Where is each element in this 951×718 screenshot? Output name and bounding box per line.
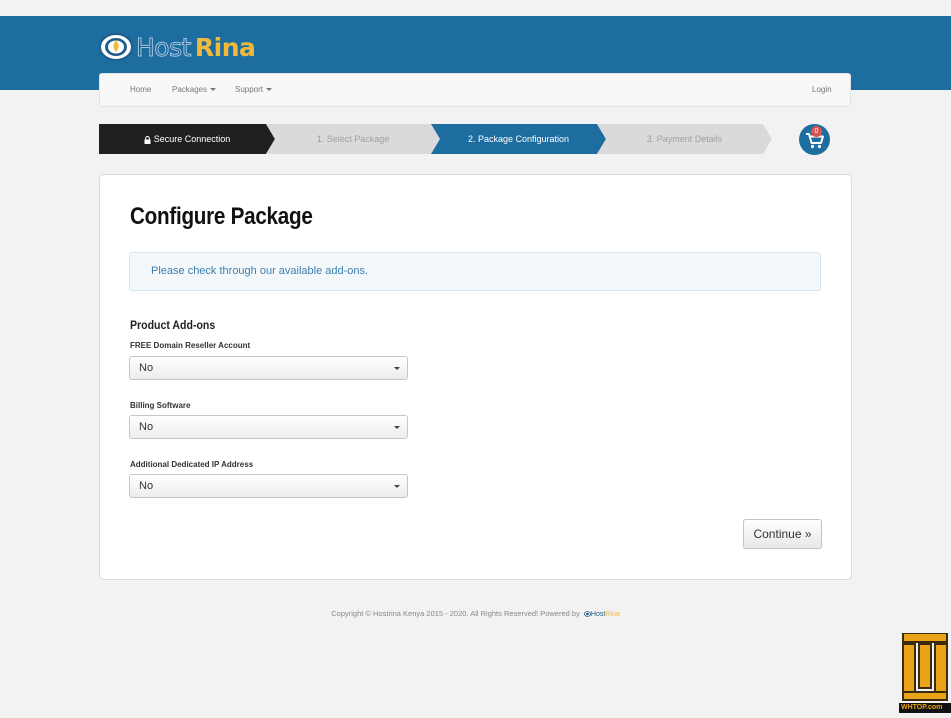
- footer-brand-rina: Rina: [605, 610, 620, 618]
- logo-emblem-icon: [584, 610, 591, 617]
- brand-rina: Rina: [194, 32, 256, 62]
- select-value: No: [139, 421, 154, 433]
- chevron-down-icon: [394, 426, 400, 429]
- chevron-down-icon: [266, 88, 273, 92]
- step-secure-connection: Secure Connection: [99, 124, 275, 154]
- top-navbar: Home Packages Support Login: [99, 73, 851, 107]
- watermark-text: WHTOP.com: [901, 704, 943, 711]
- addons-section-title: Product Add-ons: [130, 318, 216, 332]
- footer-copyright: Copyright © Hostrina Kenya 2015 - 2020. …: [331, 609, 580, 618]
- cart-count-badge: 0: [811, 126, 822, 137]
- nav-support-label: Support: [235, 85, 264, 94]
- page-title: Configure Package: [130, 203, 313, 230]
- cart-button[interactable]: 0: [799, 124, 830, 155]
- chevron-down-icon: [394, 485, 400, 488]
- footer-brand-host: Host: [590, 610, 606, 618]
- nav-support[interactable]: Support: [235, 74, 273, 106]
- nav-packages-label: Packages: [172, 85, 208, 94]
- nav-home[interactable]: Home: [130, 74, 151, 106]
- addon-select-domain-reseller[interactable]: No: [129, 356, 408, 380]
- step-select-package[interactable]: 1. Select Package: [266, 124, 440, 154]
- brand-logo[interactable]: Host Rina: [99, 30, 256, 64]
- step-package-configuration: 2. Package Configuration: [431, 124, 606, 154]
- info-alert-text: Please check through our available add-o…: [151, 265, 369, 277]
- select-value: No: [139, 480, 154, 492]
- nav-login[interactable]: Login: [812, 74, 832, 106]
- logo-emblem-icon: [99, 33, 133, 61]
- select-value: No: [139, 362, 154, 374]
- lock-icon: [144, 135, 151, 144]
- nav-packages[interactable]: Packages: [172, 74, 217, 106]
- footer-brand-logo[interactable]: HostRina: [584, 611, 620, 618]
- continue-button[interactable]: Continue »: [743, 519, 822, 549]
- chevron-down-icon: [394, 367, 400, 370]
- addon-select-billing-software[interactable]: No: [129, 415, 408, 439]
- brand-host: Host: [136, 32, 192, 62]
- addon-label-domain-reseller: FREE Domain Reseller Account: [130, 341, 251, 350]
- info-alert: Please check through our available add-o…: [129, 252, 821, 291]
- whtop-watermark: WHTOP.com: [899, 631, 951, 713]
- addon-select-dedicated-ip[interactable]: No: [129, 474, 408, 498]
- chevron-down-icon: [210, 88, 217, 92]
- addon-label-dedicated-ip: Additional Dedicated IP Address: [130, 460, 254, 469]
- footer: Copyright © Hostrina Kenya 2015 - 2020. …: [0, 609, 951, 618]
- step-payment-details: 3. Payment Details: [597, 124, 772, 154]
- step-secure-label: Secure Connection: [153, 134, 231, 144]
- whtop-logo-icon: [899, 631, 951, 713]
- addon-label-billing-software: Billing Software: [130, 401, 191, 410]
- brand-name: Host Rina: [136, 32, 256, 62]
